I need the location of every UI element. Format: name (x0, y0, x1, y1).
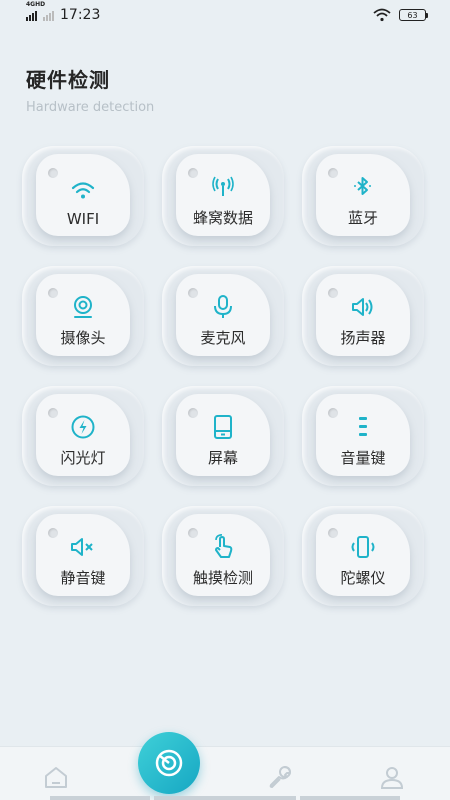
tile-label: 扬声器 (340, 329, 386, 347)
home-indicator-left (50, 796, 150, 800)
status-dot (48, 528, 58, 538)
tile-speaker[interactable]: 扬声器 (302, 266, 424, 366)
tile-card: 屏幕 (176, 394, 270, 476)
nav-home[interactable] (36, 757, 76, 797)
tile-label: 麦克风 (200, 329, 246, 347)
tile-camera[interactable]: 摄像头 (22, 266, 144, 366)
gyroscope-icon (349, 533, 377, 561)
tile-microphone[interactable]: 麦克风 (162, 266, 284, 366)
cellular-icon (209, 173, 237, 201)
tile-screen[interactable]: 屏幕 (162, 386, 284, 486)
tile-touch[interactable]: 触摸检测 (162, 506, 284, 606)
signal-strength-secondary-icon (43, 9, 54, 21)
tile-card: 静音键 (36, 514, 130, 596)
status-left: 4GHD 17:23 (26, 1, 101, 23)
tile-wifi[interactable]: WIFI (22, 146, 144, 246)
screen-icon (209, 413, 237, 441)
tile-label: 蜂窝数据 (192, 209, 253, 227)
tile-label: 静音键 (60, 569, 106, 587)
tile-label: 屏幕 (207, 449, 238, 467)
status-dot (328, 168, 338, 178)
home-icon (45, 767, 67, 788)
nav-tools[interactable] (260, 757, 300, 797)
tile-card: 闪光灯 (36, 394, 130, 476)
tile-card: 扬声器 (316, 274, 410, 356)
volume-keys-icon (349, 413, 377, 441)
tile-card: 蓝牙 (316, 154, 410, 236)
tile-card: 蜂窝数据 (176, 154, 270, 236)
tile-volume-keys[interactable]: 音量键 (302, 386, 424, 486)
status-dot (48, 168, 58, 178)
page-title: 硬件检测 (26, 68, 110, 92)
battery-icon: 63 (399, 9, 428, 21)
tile-card: 音量键 (316, 394, 410, 476)
tile-label: WIFI (66, 210, 100, 228)
tile-bluetooth[interactable]: 蓝牙 (302, 146, 424, 246)
bluetooth-icon (349, 173, 377, 201)
status-dot (188, 168, 198, 178)
nav-profile[interactable] (372, 757, 412, 797)
wrench-icon (269, 766, 291, 788)
status-time: 17:23 (60, 7, 101, 23)
status-bar: 4GHD 17:23 63 (0, 0, 450, 30)
status-dot (328, 528, 338, 538)
wifi-icon (69, 176, 97, 204)
status-dot (188, 528, 198, 538)
status-dot (188, 408, 198, 418)
tile-label: 蓝牙 (347, 209, 378, 227)
tile-card: 摄像头 (36, 274, 130, 356)
microphone-icon (209, 293, 237, 321)
bottom-nav (0, 746, 450, 800)
page-subtitle: Hardware detection (26, 100, 155, 115)
status-dot (188, 288, 198, 298)
status-dot (328, 288, 338, 298)
tile-mute[interactable]: 静音键 (22, 506, 144, 606)
battery-level: 63 (407, 10, 418, 20)
tile-card: 麦克风 (176, 274, 270, 356)
flash-icon (69, 413, 97, 441)
tile-card: 触摸检测 (176, 514, 270, 596)
tile-cellular[interactable]: 蜂窝数据 (162, 146, 284, 246)
tile-label: 摄像头 (60, 329, 106, 347)
camera-icon (69, 293, 97, 321)
profile-icon (380, 767, 404, 789)
tile-label: 触摸检测 (192, 569, 253, 587)
speaker-icon (349, 293, 377, 321)
wifi-status-icon (373, 8, 391, 22)
tile-label: 音量键 (340, 449, 386, 467)
tile-card: WIFI (36, 154, 130, 236)
signal-strength-icon: 4GHD (26, 1, 45, 21)
tile-label: 闪光灯 (60, 449, 106, 467)
status-dot (48, 408, 58, 418)
touch-icon (209, 533, 237, 561)
mute-icon (69, 533, 97, 561)
network-type-tag: 4GHD (26, 1, 46, 8)
status-right: 63 (373, 8, 428, 22)
status-dot (48, 288, 58, 298)
status-dot (328, 408, 338, 418)
home-indicator-right (300, 796, 400, 800)
tile-card: 陀螺仪 (316, 514, 410, 596)
tile-label: 陀螺仪 (340, 569, 386, 587)
tile-flash[interactable]: 闪光灯 (22, 386, 144, 486)
scan-button[interactable] (138, 732, 200, 794)
home-indicator-center (154, 796, 296, 800)
tile-gyroscope[interactable]: 陀螺仪 (302, 506, 424, 606)
detection-grid: WIFI 蜂窝数据 蓝牙 摄像头 麦克风 扬声器 闪光灯 屏幕 音量键 静音键 … (22, 146, 424, 606)
scan-icon (155, 749, 183, 777)
